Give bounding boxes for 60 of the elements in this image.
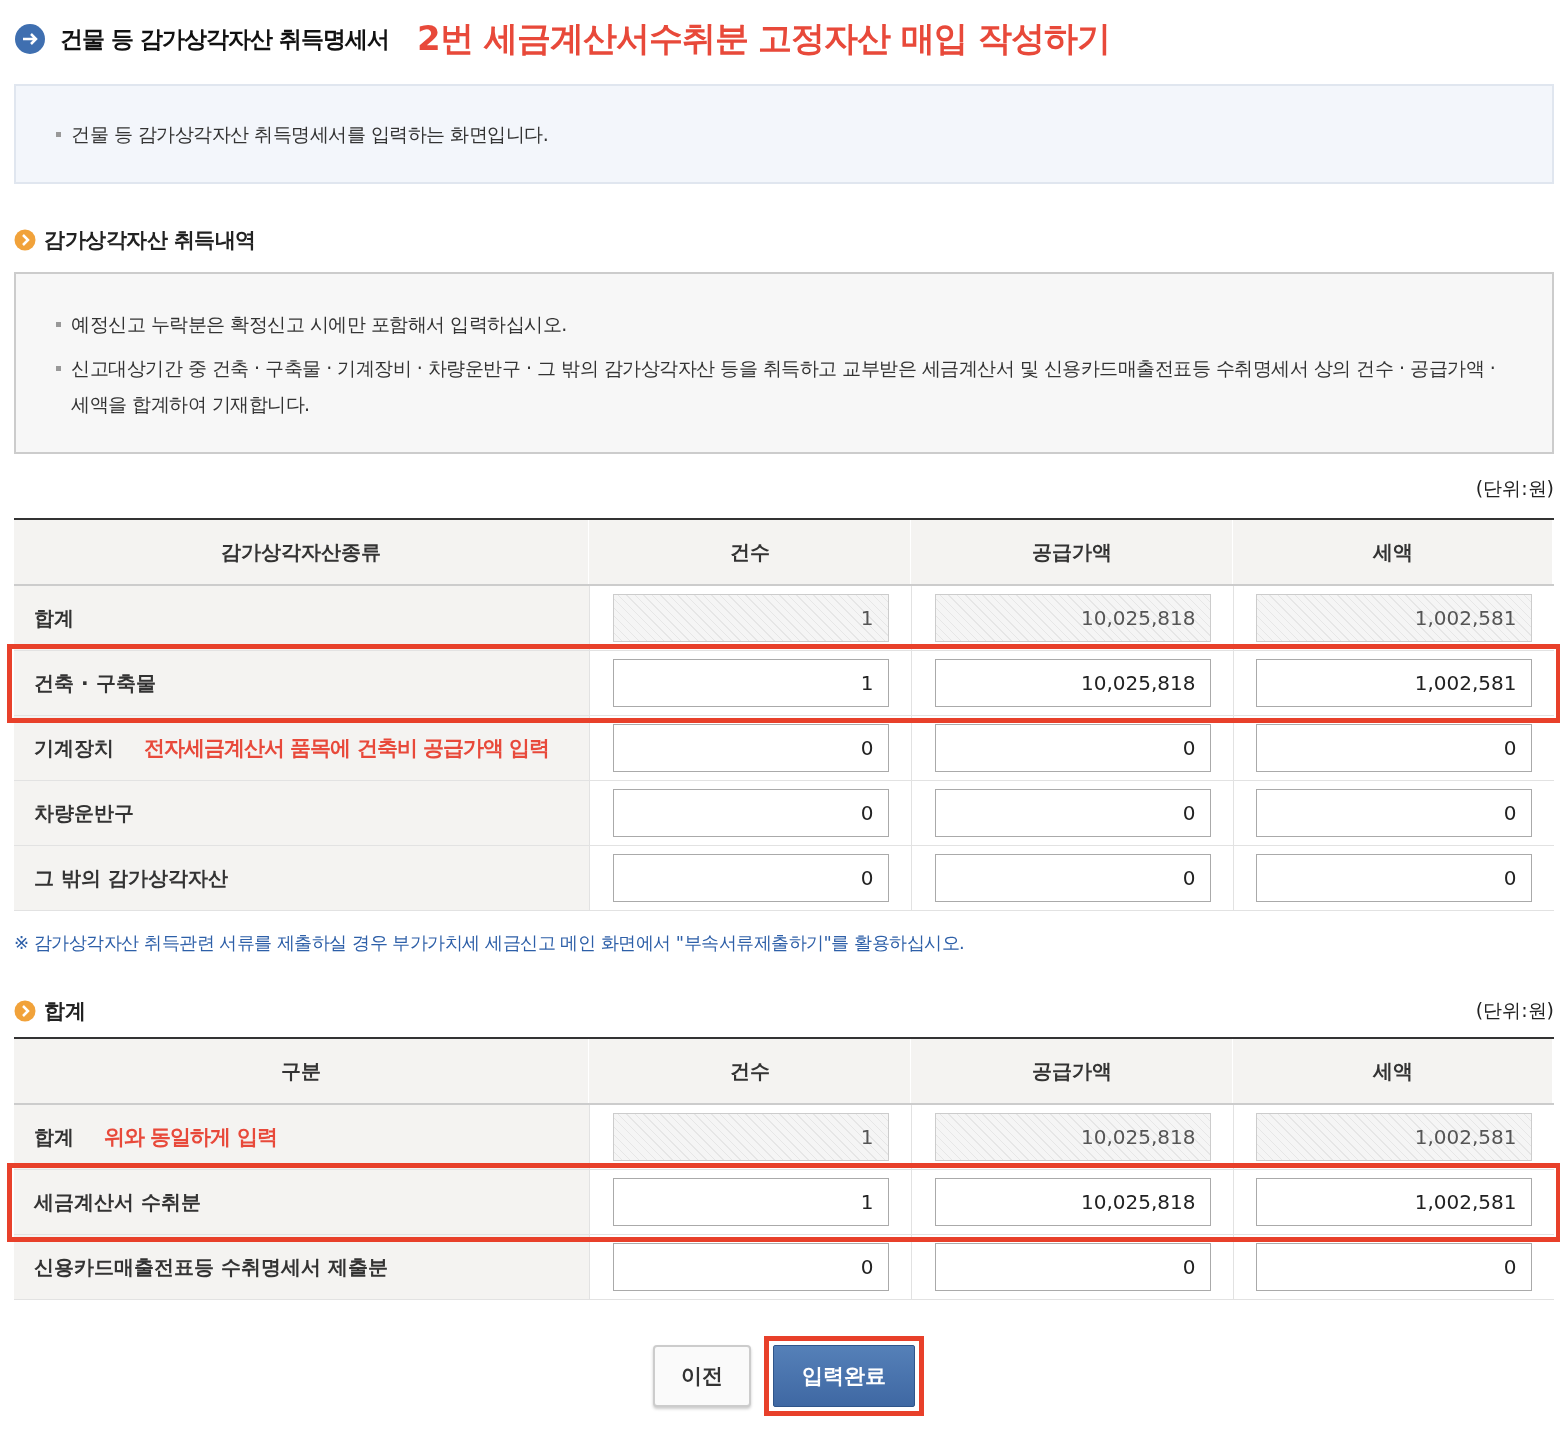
info-text: 건물 등 감가상각자산 취득명세서를 입력하는 화면입니다. (71, 122, 549, 147)
readonly-total-field[interactable]: 10,025,818 (934, 1113, 1211, 1161)
column-header: 공급가액 (911, 520, 1233, 584)
amount-field[interactable]: 0 (1255, 854, 1532, 902)
column-header: 세액 (1233, 520, 1553, 584)
annotation-text: 전자세금계산서 품목에 건축비 공급가액 입력 (144, 735, 550, 762)
bullet-icon (56, 322, 61, 327)
column-header: 건수 (589, 520, 911, 584)
annotation-title: 2번 세금계산서수취분 고정자산 매입 작성하기 (417, 17, 1111, 60)
column-header: 건수 (589, 1039, 911, 1103)
readonly-total-field[interactable]: 1 (612, 594, 889, 642)
note-text: 신고대상기간 중 건축 · 구축물 · 기계장비 · 차량운반구 · 그 밖의 감가상각자산 등을 취득하고 교부받은 세금계산서 및 신용카드매출전표등 수취명세서 상의 건수 · 공급가액 · 세액을 합계하여 기재합니다. (71, 356, 1497, 417)
row-label: 차량운반구 (34, 799, 134, 827)
amount-field[interactable]: 0 (934, 1243, 1211, 1291)
section-title: 감가상각자산 취득내역 (44, 227, 256, 254)
row-label: 합계 (34, 1123, 74, 1151)
section-title: 합계 (44, 998, 85, 1025)
readonly-total-field[interactable]: 10,025,818 (934, 594, 1211, 642)
row-label: 건축 · 구축물 (34, 669, 156, 697)
amount-field[interactable]: 0 (934, 789, 1211, 837)
column-header: 구분 (14, 1039, 589, 1103)
amount-field[interactable]: 10,025,818 (934, 1178, 1211, 1226)
amount-field[interactable]: 0 (612, 724, 889, 772)
note-text: 예정신고 누락분은 확정신고 시에만 포함해서 입력하십시오. (71, 312, 567, 337)
bullet-icon (56, 132, 61, 137)
amount-field[interactable]: 0 (1255, 724, 1532, 772)
amount-field[interactable]: 0 (612, 854, 889, 902)
bullet-icon (56, 366, 61, 371)
chevron-circle-icon (14, 1000, 36, 1022)
readonly-total-field[interactable]: 1,002,581 (1255, 594, 1532, 642)
amount-field[interactable]: 1 (612, 659, 889, 707)
amount-field[interactable]: 0 (1255, 789, 1532, 837)
unit-label: (단위:원) (1475, 998, 1554, 1023)
submit-button[interactable]: 입력완료 (773, 1345, 915, 1407)
column-header: 감가상각자산종류 (14, 520, 589, 584)
annotation-text: 위와 동일하게 입력 (104, 1124, 277, 1151)
amount-field[interactable]: 0 (934, 854, 1211, 902)
amount-field[interactable]: 10,025,818 (934, 659, 1211, 707)
amount-field[interactable]: 1,002,581 (1255, 659, 1532, 707)
amount-field[interactable]: 1 (612, 1178, 889, 1226)
row-label: 세금계산서 수취분 (34, 1188, 201, 1216)
unit-label: (단위:원) (1475, 477, 1554, 499)
readonly-total-field[interactable]: 1 (612, 1113, 889, 1161)
page-title: 건물 등 감가상각자산 취득명세서 (60, 24, 390, 54)
chevron-circle-icon (14, 229, 36, 251)
row-label: 기계장치 (34, 734, 114, 762)
row-label: 신용카드매출전표등 수취명세서 제출분 (34, 1253, 388, 1281)
amount-field[interactable]: 0 (1255, 1243, 1532, 1291)
footnote-text: ※ 감가상각자산 취득관련 서류를 제출하실 경우 부가가치세 세금신고 메인 화면에서 "부속서류제출하기"를 활용하십시오. (14, 931, 966, 955)
column-header: 공급가액 (911, 1039, 1233, 1103)
column-header: 세액 (1233, 1039, 1553, 1103)
amount-field[interactable]: 0 (612, 1243, 889, 1291)
row-label: 합계 (34, 604, 74, 632)
amount-field[interactable]: 0 (934, 724, 1211, 772)
row-label: 그 밖의 감가상각자산 (34, 864, 228, 892)
amount-field[interactable]: 1,002,581 (1255, 1178, 1532, 1226)
previous-button[interactable]: 이전 (653, 1345, 751, 1407)
amount-field[interactable]: 0 (612, 789, 889, 837)
readonly-total-field[interactable]: 1,002,581 (1255, 1113, 1532, 1161)
arrow-circle-icon (14, 23, 46, 55)
